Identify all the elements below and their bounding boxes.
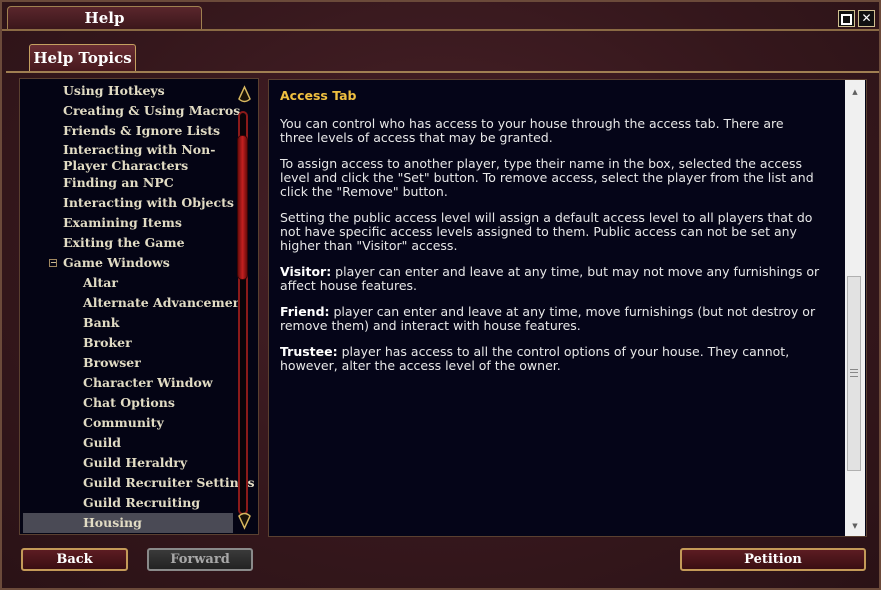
topic-label: Guild Recruiting (83, 495, 201, 510)
topic-label: Game Windows (63, 255, 170, 270)
topic-label: Bank (83, 315, 120, 330)
topic-label: Interacting with Non-Player Characters (63, 142, 216, 173)
friend-label: Friend: (280, 304, 330, 319)
trustee-definition: Trustee: player has access to all the co… (280, 345, 820, 373)
topic-item[interactable]: Guild Recruiting (20, 493, 234, 513)
article-paragraph: To assign access to another player, type… (280, 156, 814, 199)
topic-item[interactable]: Interacting with Objects (20, 193, 234, 213)
article-title: Access Tab (280, 88, 357, 103)
topic-item[interactable]: Character Window (20, 373, 234, 393)
topic-label: Chat Options (83, 395, 175, 410)
topic-item[interactable]: Alternate Advancement (20, 293, 248, 313)
tab-help-topics[interactable]: Help Topics (29, 44, 136, 71)
topic-label: Altar (83, 275, 118, 290)
topics-tree: Using Hotkeys Creating & Using Macros Frie… (19, 78, 259, 535)
topic-label: Interacting with Objects (63, 195, 234, 210)
topic-label: Using Hotkeys (63, 83, 165, 98)
visitor-text: player can enter and leave at any time, … (280, 264, 820, 293)
tab-help-topics-label: Help Topics (33, 49, 132, 67)
topic-item[interactable]: Guild Recruiter Settings (20, 473, 255, 493)
scroll-up-icon[interactable] (237, 85, 252, 105)
window-title: Help (84, 9, 125, 27)
article-paragraph: You can control who has access to your h… (280, 116, 784, 145)
help-window: Help ✕ Help Topics Using Hotkeys Creating… (0, 0, 881, 590)
close-icon: ✕ (861, 11, 872, 25)
topic-item[interactable]: Interacting with Non-Player Characters (20, 141, 234, 173)
scroll-up-arrow-icon[interactable]: ▲ (845, 83, 865, 101)
petition-button[interactable]: Petition (680, 548, 866, 571)
scroll-thumb[interactable] (237, 135, 248, 280)
topic-item[interactable]: Guild (20, 433, 234, 453)
tab-divider (6, 71, 879, 73)
collapse-icon[interactable]: − (49, 259, 57, 267)
topic-label: Finding an NPC (63, 175, 174, 190)
topic-item[interactable]: Creating & Using Macros (20, 101, 240, 121)
friend-text: player can enter and leave at any time, … (280, 304, 816, 333)
topic-item[interactable]: Broker (20, 333, 234, 353)
scroll-down-arrow-icon[interactable]: ▼ (845, 517, 865, 535)
restore-button[interactable] (838, 10, 855, 27)
topic-item[interactable]: Housing (23, 513, 233, 533)
topic-label: Guild Recruiter Settings (83, 475, 255, 490)
back-button[interactable]: Back (21, 548, 128, 571)
topic-item[interactable]: Game Windows − (20, 253, 234, 273)
article-paragraph: Setting the public access level will ass… (280, 210, 813, 253)
topic-item[interactable]: Chat Options (20, 393, 234, 413)
topic-label: Browser (83, 355, 141, 370)
topic-label: Community (83, 415, 164, 430)
title-divider (2, 29, 879, 31)
topic-item[interactable]: Browser (20, 353, 234, 373)
topic-label: Creating & Using Macros (63, 103, 241, 118)
forward-button[interactable]: Forward (147, 548, 253, 571)
topic-label: Housing (83, 515, 142, 530)
close-button[interactable]: ✕ (858, 10, 875, 27)
restore-icon (841, 14, 852, 25)
topic-item[interactable]: Friends & Ignore Lists (20, 121, 234, 141)
visitor-definition: Visitor: player can enter and leave at a… (280, 265, 820, 293)
topic-item[interactable]: Finding an NPC (20, 173, 234, 193)
grip-icon (850, 369, 858, 377)
topic-label: Alternate Advancement (83, 295, 248, 310)
topic-item[interactable]: Exiting the Game (20, 233, 234, 253)
topic-label: Guild Heraldry (83, 455, 188, 470)
topic-label: Broker (83, 335, 132, 350)
topic-label: Exiting the Game (63, 235, 185, 250)
trustee-text: player has access to all the control opt… (280, 344, 790, 373)
visitor-label: Visitor: (280, 264, 332, 279)
topic-item[interactable]: Community (20, 413, 234, 433)
topic-label: Examining Items (63, 215, 182, 230)
topic-item[interactable]: Bank (20, 313, 234, 333)
article-scrollbar[interactable]: ▲ ▼ (845, 80, 865, 536)
article-content: Access Tab You can control who has acces… (280, 87, 820, 385)
friend-definition: Friend: player can enter and leave at an… (280, 305, 820, 333)
topic-label: Guild (83, 435, 122, 450)
topic-label: Character Window (83, 375, 213, 390)
topic-label: Friends & Ignore Lists (63, 123, 221, 138)
topic-item[interactable]: Guild Heraldry (20, 453, 234, 473)
article-scroll-thumb[interactable] (847, 276, 861, 471)
topic-item[interactable]: Using Hotkeys (20, 81, 234, 101)
trustee-label: Trustee: (280, 344, 338, 359)
topic-item[interactable]: Examining Items (20, 213, 234, 233)
topics-scrollbar[interactable] (235, 85, 255, 530)
scroll-down-icon[interactable] (237, 510, 252, 530)
topic-item[interactable]: Altar (20, 273, 234, 293)
article-panel: Access Tab You can control who has acces… (268, 79, 867, 537)
window-title-tab[interactable]: Help (7, 6, 202, 30)
